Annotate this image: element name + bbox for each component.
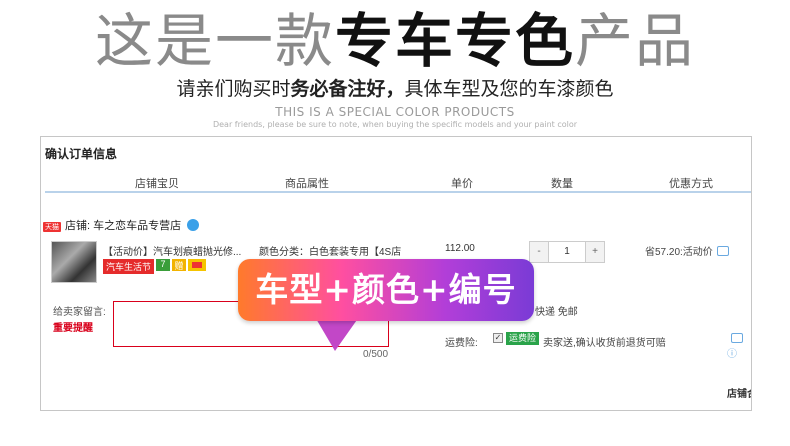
discount-text: 省57.20:活动价 — [645, 247, 713, 258]
seven-day-return-icon: 7 — [156, 259, 171, 271]
hero-title-light: 这是一款 — [94, 7, 335, 75]
col-header-quantity: 数量 — [551, 178, 573, 190]
quantity-input[interactable]: 1 — [548, 242, 586, 262]
callout-tail — [315, 317, 365, 351]
shop-name-link[interactable]: 店铺: 车之恋车品专营店 — [65, 220, 181, 232]
quantity-stepper: - 1 + — [529, 241, 605, 263]
hero-subtitle-part2: 具体车型及您的车漆颜色 — [404, 78, 614, 100]
col-header-discount: 优惠方式 — [669, 178, 713, 190]
col-header-attribute: 商品属性 — [285, 178, 329, 190]
col-header-item: 店铺宝贝 — [135, 178, 179, 190]
message-warning: 重要提醒 — [53, 323, 93, 334]
hero-title-light-end: 产品 — [575, 7, 696, 75]
chat-icon[interactable] — [731, 333, 743, 343]
comment-icon[interactable] — [716, 246, 729, 256]
product-name-link[interactable]: 【活动价】汽车划痕蜡抛光修... — [103, 243, 241, 258]
insurance-badge: 运费险 — [506, 332, 540, 345]
wangwang-chat-icon[interactable] — [187, 219, 200, 231]
message-char-count: 0/500 — [363, 349, 389, 360]
hero-english-small: Dear friends, please be sure to note, wh… — [212, 120, 578, 129]
quantity-increase-button[interactable]: + — [586, 242, 604, 262]
hero-title: 这是一款专车专色产品 — [0, 6, 790, 76]
hero-title-bold: 专车专色 — [334, 7, 575, 75]
unit-price: 112.00 — [445, 243, 475, 254]
help-icon[interactable]: ⓘ — [727, 349, 737, 360]
tmall-tag: 天猫 — [43, 222, 61, 232]
col-header-price: 单价 — [451, 178, 473, 190]
product-thumbnail[interactable] — [51, 241, 97, 283]
order-table-header: 店铺宝贝 商品属性 单价 数量 优惠方式 — [45, 173, 751, 193]
hero-english: THIS IS A SPECIAL COLOR PRODUCTS — [275, 105, 515, 119]
insurance-text: 卖家送,确认收货前退货可赔 — [543, 338, 666, 349]
gift-icon: 赠 — [172, 259, 187, 271]
shop-total-label: 店铺合 — [727, 389, 751, 400]
order-title: 确认订单信息 — [45, 147, 118, 161]
product-attribute: 颜色分类：白色套装专用【4S店 — [259, 247, 402, 258]
product-badges: 汽车生活节 7 赠 — [103, 259, 207, 277]
insurance-help-icons[interactable]: ⓘ — [727, 333, 751, 360]
hero-subtitle-bold: 务必备注好， — [290, 78, 405, 100]
insurance-label: 运费险: — [445, 338, 478, 349]
discount-info: 省57.20:活动价 — [645, 243, 729, 258]
insurance-checkbox[interactable]: ✓ — [493, 333, 503, 343]
shop-row: 天猫 店铺: 车之恋车品专营店 — [43, 217, 200, 233]
callout-text: 车型+颜色+编号 — [255, 270, 517, 309]
hero-subtitle-part1: 请亲们购买时 — [176, 78, 291, 100]
hero-subtitle: 请亲们购买时务必备注好，具体车型及您的车漆颜色 — [0, 74, 790, 101]
shipping-method: 快递 免邮 — [535, 307, 578, 318]
card-icon — [188, 259, 207, 271]
promo-badge: 汽车生活节 — [103, 259, 155, 274]
message-label: 给卖家留言: — [53, 307, 106, 318]
